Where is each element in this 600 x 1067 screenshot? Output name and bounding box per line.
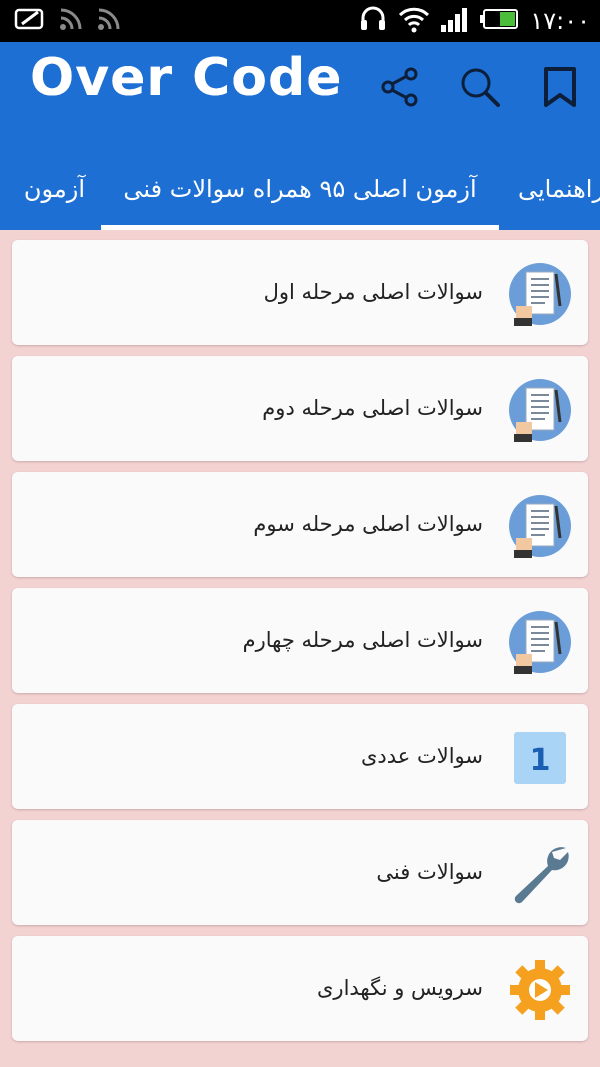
wifi-icon <box>398 5 430 37</box>
gear-icon <box>508 958 572 1022</box>
share-button[interactable] <box>375 64 425 114</box>
cast-icon <box>58 6 84 36</box>
list-item[interactable]: سوالات عددی 1 <box>12 704 588 809</box>
list-item-label: سوالات فنی <box>376 860 483 884</box>
bookmark-button[interactable] <box>535 64 585 114</box>
checklist-icon <box>508 262 572 326</box>
tab-azmoon[interactable]: آزمون <box>0 154 85 230</box>
signal-icon <box>440 5 470 37</box>
battery-icon <box>480 7 520 35</box>
tab-indicator <box>101 225 499 230</box>
list-item[interactable]: سوالات اصلی مرحله چهارم <box>12 588 588 693</box>
app-bar: Over Code آزمون آزمون اصلی ۹۵ همراه سوال… <box>0 42 600 230</box>
list-item[interactable]: سوالات اصلی مرحله اول <box>12 240 588 345</box>
list-item-label: سوالات اصلی مرحله دوم <box>262 396 483 420</box>
wrench-icon <box>508 842 572 906</box>
search-icon <box>458 65 502 113</box>
status-bar: ۱۷:۰۰ <box>0 0 600 42</box>
tab-main-exam[interactable]: آزمون اصلی ۹۵ همراه سوالات فنی <box>101 154 499 230</box>
tab-guide[interactable]: راهنمایی <box>518 154 600 230</box>
notification-icon <box>14 6 46 36</box>
list-item[interactable]: سرویس و نگهداری <box>12 936 588 1041</box>
list-item-label: سوالات اصلی مرحله چهارم <box>242 628 483 652</box>
list-item[interactable]: سوالات فنی <box>12 820 588 925</box>
cast-icon <box>96 6 122 36</box>
checklist-icon <box>508 378 572 442</box>
checklist-icon <box>508 610 572 674</box>
number-one-icon: 1 <box>508 726 572 790</box>
number-badge-text: 1 <box>530 743 551 778</box>
tab-bar: آزمون آزمون اصلی ۹۵ همراه سوالات فنی راه… <box>0 154 600 230</box>
clock: ۱۷:۰۰ <box>530 7 590 35</box>
list-item-label: سوالات اصلی مرحله اول <box>263 280 483 304</box>
checklist-icon <box>508 494 572 558</box>
list-item-label: سوالات عددی <box>360 744 483 768</box>
list-item-label: سوالات اصلی مرحله سوم <box>253 512 483 536</box>
share-icon <box>379 66 421 112</box>
headset-icon <box>358 4 388 38</box>
list-item-label: سرویس و نگهداری <box>317 976 483 1000</box>
list-item[interactable]: سوالات اصلی مرحله دوم <box>12 356 588 461</box>
list-item[interactable]: سوالات اصلی مرحله سوم <box>12 472 588 577</box>
bookmark-icon <box>542 66 578 112</box>
search-button[interactable] <box>455 64 505 114</box>
app-logo: Over Code <box>30 48 343 108</box>
